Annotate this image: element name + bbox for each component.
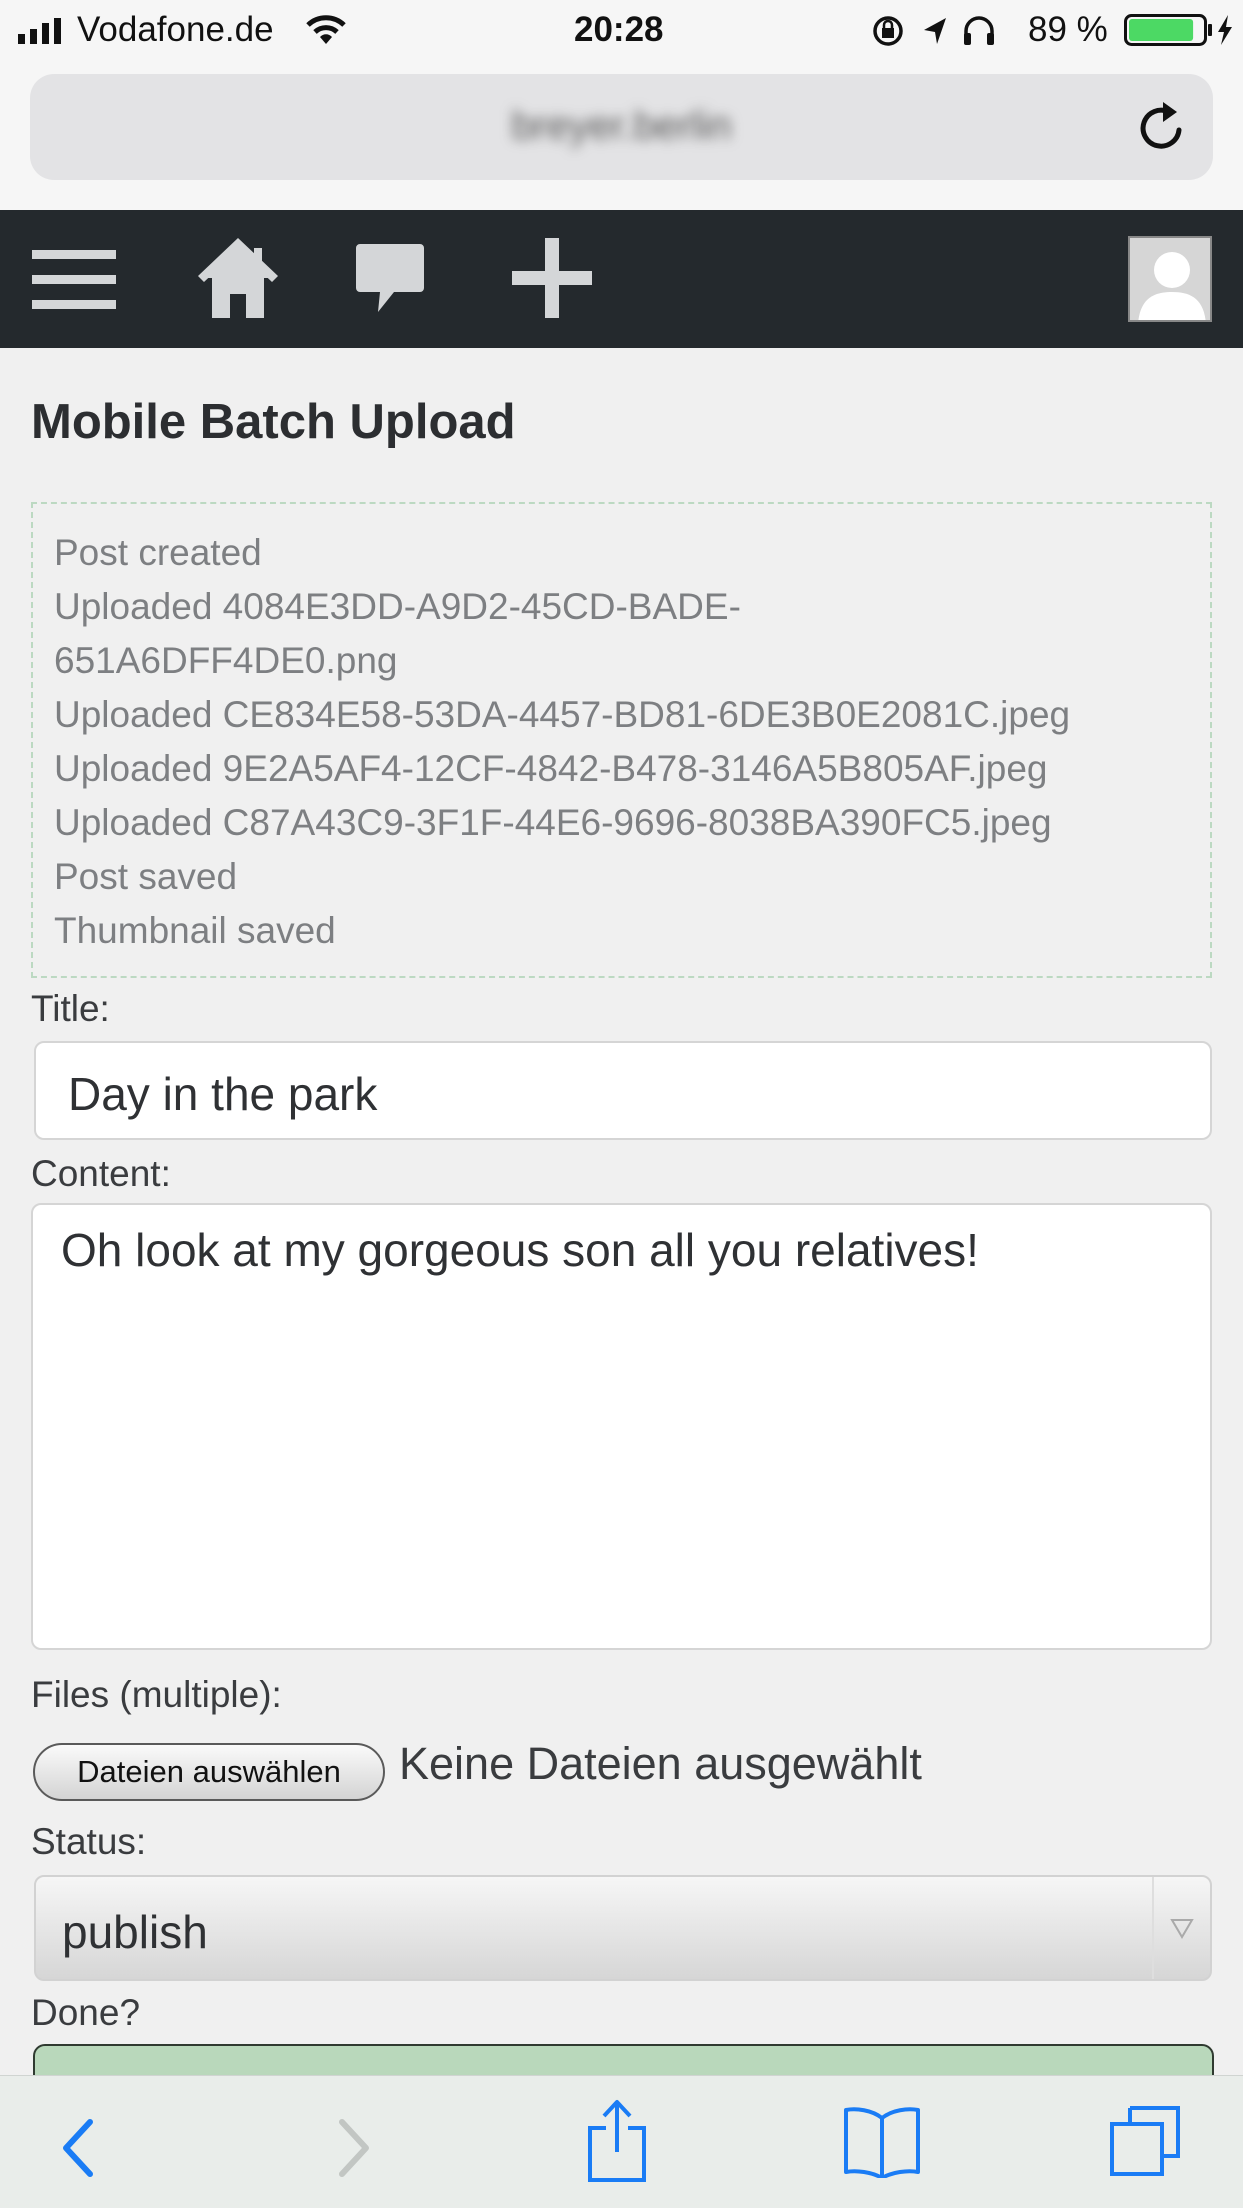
home-icon[interactable] bbox=[198, 234, 278, 324]
content-textarea[interactable]: Oh look at my gorgeous son all you relat… bbox=[31, 1203, 1212, 1650]
headphones-icon bbox=[964, 16, 994, 45]
page-title: Mobile Batch Upload bbox=[31, 395, 516, 449]
wifi-icon bbox=[306, 15, 346, 44]
status-icons bbox=[873, 16, 994, 46]
comment-icon[interactable] bbox=[354, 234, 426, 324]
log-line: 651A6DFF4DE0.png bbox=[54, 640, 398, 681]
bookmarks-icon[interactable] bbox=[842, 2104, 922, 2178]
menu-icon[interactable] bbox=[30, 234, 120, 324]
status-bar: Vodafone.de 20:28 89 % bbox=[0, 0, 1243, 62]
share-icon[interactable] bbox=[584, 2098, 650, 2184]
log-line: Uploaded 9E2A5AF4-12CF-4842-B478-3146A5B… bbox=[54, 748, 1048, 789]
battery-percent: 89 % bbox=[1028, 10, 1108, 49]
chevron-down-icon bbox=[1170, 1919, 1194, 1939]
forward-icon[interactable] bbox=[334, 2116, 374, 2180]
tabs-icon[interactable] bbox=[1106, 2102, 1184, 2180]
title-label: Title: bbox=[31, 988, 110, 1029]
url-text: breyer.berlin bbox=[511, 104, 732, 148]
app-navbar bbox=[0, 210, 1243, 348]
done-label: Done? bbox=[31, 1992, 141, 2033]
browser-chrome: breyer.berlin bbox=[0, 62, 1243, 210]
log-line: Uploaded CE834E58-53DA-4457-BD81-6DE3B0E… bbox=[54, 694, 1071, 735]
select-arrow-cell bbox=[1152, 1877, 1210, 1979]
choose-files-button[interactable]: Dateien auswählen bbox=[33, 1743, 385, 1801]
battery-icon bbox=[1124, 14, 1232, 46]
back-icon[interactable] bbox=[58, 2116, 98, 2180]
log-line: Uploaded 4084E3DD-A9D2-45CD-BADE- bbox=[54, 586, 741, 627]
log-line: Thumbnail saved bbox=[54, 910, 336, 951]
log-line: Post saved bbox=[54, 856, 238, 897]
reload-icon[interactable] bbox=[1135, 100, 1189, 154]
rotation-lock-icon bbox=[873, 16, 903, 46]
status-select-value: publish bbox=[62, 1906, 208, 1958]
content-label: Content: bbox=[31, 1153, 171, 1194]
status-label: Status: bbox=[31, 1821, 147, 1862]
files-label: Files (multiple): bbox=[31, 1674, 282, 1715]
status-select[interactable]: publish bbox=[34, 1875, 1212, 1981]
log-line: Post created bbox=[54, 532, 262, 573]
carrier-name: Vodafone.de bbox=[77, 10, 274, 49]
title-field[interactable]: Day in the park bbox=[34, 1041, 1212, 1140]
browser-toolbar bbox=[0, 2075, 1243, 2208]
clock: 20:28 bbox=[574, 10, 664, 49]
avatar[interactable] bbox=[1128, 236, 1212, 322]
files-status: Keine Dateien ausgewählt bbox=[399, 1738, 922, 1789]
user-avatar-icon bbox=[1138, 252, 1206, 320]
log-line: Uploaded C87A43C9-3F1F-44E6-9696-8038BA3… bbox=[54, 802, 1052, 843]
address-bar[interactable]: breyer.berlin bbox=[30, 74, 1213, 180]
upload-log: Post created Uploaded 4084E3DD-A9D2-45CD… bbox=[31, 502, 1212, 978]
signal-icon bbox=[18, 18, 61, 44]
location-icon bbox=[924, 18, 946, 44]
plus-icon[interactable] bbox=[510, 234, 594, 324]
